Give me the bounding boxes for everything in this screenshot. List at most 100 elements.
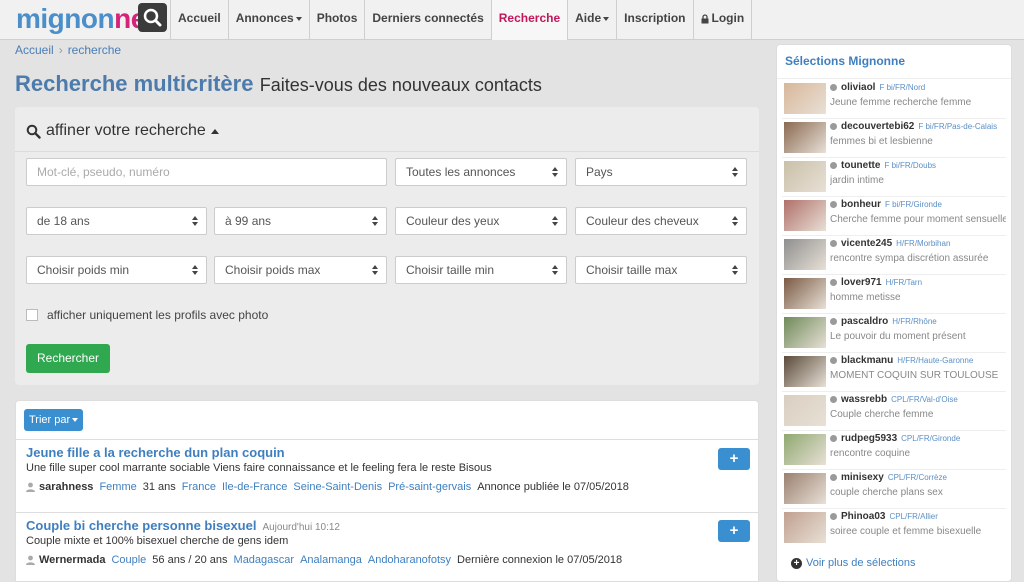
height-max-select[interactable]: Choisir taille max <box>575 256 747 284</box>
sidebar-profile-item[interactable]: oliviaol F bi/FR/Nord Jeune femme recherch… <box>782 80 1006 119</box>
nav-aide[interactable]: Aide <box>567 0 616 40</box>
nav-annonces[interactable]: Annonces <box>227 0 309 40</box>
result-department-link[interactable]: Seine-Saint-Denis <box>293 481 382 493</box>
nav-login[interactable]: Login <box>692 0 753 40</box>
age-max-select[interactable]: à 99 ans <box>214 207 387 235</box>
status-dot-icon <box>830 318 837 325</box>
sidebar-profile-item[interactable]: lover971 H/FR/Tarn homme metisse <box>782 275 1006 314</box>
profile-name[interactable]: lover971 <box>841 277 882 288</box>
site-logo[interactable]: mignonne <box>16 3 146 35</box>
profile-name[interactable]: pascaldro <box>841 316 888 327</box>
nav-recherche[interactable]: Recherche <box>490 0 568 40</box>
profile-tags: H/FR/Haute-Garonne <box>897 356 974 365</box>
profile-name[interactable]: rudpeg5933 <box>841 433 897 444</box>
hair-color-select[interactable]: Couleur des cheveux <box>575 207 747 235</box>
refine-search-toggle[interactable]: affiner votre recherche <box>26 122 219 140</box>
profile-thumbnail[interactable] <box>784 395 826 426</box>
nav-inscription[interactable]: Inscription <box>616 0 692 40</box>
profile-name[interactable]: bonheur <box>841 199 881 210</box>
country-select[interactable]: Pays <box>575 158 747 186</box>
height-min-select[interactable]: Choisir taille min <box>395 256 567 284</box>
profile-tags: F bi/FR/Doubs <box>884 161 937 170</box>
sidebar-profile-item[interactable]: tounette F bi/FR/Doubs jardin intime <box>782 158 1006 197</box>
profile-name[interactable]: decouvertebi62 <box>841 121 914 132</box>
result-country-link[interactable]: France <box>182 481 216 493</box>
profile-thumbnail[interactable] <box>784 122 826 153</box>
sidebar-profile-item[interactable]: bonheur F bi/FR/Gironde Cherche femme pour… <box>782 197 1006 236</box>
sidebar-profile-item[interactable]: blackmanu H/FR/Haute-Garonne MOMENT COQUIN… <box>782 353 1006 392</box>
profile-thumbnail[interactable] <box>784 278 826 309</box>
weight-min-select[interactable]: Choisir poids min <box>26 256 207 284</box>
result-date: Annonce publiée le 07/05/2018 <box>477 481 629 493</box>
profile-thumbnail[interactable] <box>784 239 826 270</box>
profile-tags: F bi/FR/Nord <box>879 83 926 92</box>
profile-thumbnail[interactable] <box>784 200 826 231</box>
result-pseudo[interactable]: sarahness <box>39 481 93 493</box>
status-dot-icon <box>830 435 837 442</box>
ad-type-select[interactable]: Toutes les annonces <box>395 158 567 186</box>
result-type-link[interactable]: Couple <box>111 554 146 566</box>
result-meta: Wernermada Couple 56 ans / 20 ans Madaga… <box>26 554 628 566</box>
status-dot-icon <box>830 396 837 403</box>
search-button[interactable] <box>138 3 167 32</box>
profile-name[interactable]: minisexy <box>841 472 884 483</box>
result-country-link[interactable]: Madagascar <box>234 554 295 566</box>
result-type-link[interactable]: Femme <box>99 481 136 493</box>
result-department-link[interactable]: Andoharanofotsy <box>368 554 451 566</box>
result-title-link[interactable]: Jeune fille a la recherche dun plan coqu… <box>26 445 285 460</box>
search-submit-button[interactable]: Rechercher <box>26 344 110 373</box>
nav-derniers-connectes[interactable]: Derniers connectés <box>364 0 490 40</box>
profile-name[interactable]: Phinoa03 <box>841 511 885 522</box>
add-contact-button[interactable]: + <box>718 448 750 470</box>
weight-max-select[interactable]: Choisir poids max <box>214 256 387 284</box>
profile-thumbnail[interactable] <box>784 512 826 543</box>
profile-name[interactable]: wassrebb <box>841 394 887 405</box>
search-icon <box>26 124 41 139</box>
result-region-link[interactable]: Analamanga <box>300 554 362 566</box>
sidebar-profile-item[interactable]: rudpeg5933 CPL/FR/Gironde rencontre coquin… <box>782 431 1006 470</box>
breadcrumb-home[interactable]: Accueil <box>15 43 54 57</box>
select-arrows-icon <box>732 265 738 275</box>
breadcrumb-current[interactable]: recherche <box>68 43 121 57</box>
sidebar-profile-item[interactable]: wassrebb CPL/FR/Val-d'Oise Couple cherche … <box>782 392 1006 431</box>
add-contact-button[interactable]: + <box>718 520 750 542</box>
profile-name[interactable]: tounette <box>841 160 880 171</box>
photo-only-checkbox[interactable] <box>26 309 38 321</box>
select-arrows-icon <box>192 265 198 275</box>
more-selections-link[interactable]: + Voir plus de sélections <box>791 557 915 569</box>
profile-thumbnail[interactable] <box>784 83 826 114</box>
profile-text: rencontre sympa discrétion assurée <box>830 253 989 264</box>
sidebar-profile-item[interactable]: decouvertebi62 F bi/FR/Pas-de-Calais femme… <box>782 119 1006 158</box>
status-dot-icon <box>830 240 837 247</box>
profile-name[interactable]: blackmanu <box>841 355 893 366</box>
profile-name[interactable]: vicente245 <box>841 238 892 249</box>
profile-header: Phinoa03 CPL/FR/Allier <box>830 511 938 522</box>
profile-thumbnail[interactable] <box>784 161 826 192</box>
profile-name[interactable]: oliviaol <box>841 82 875 93</box>
result-city-link[interactable]: Pré-saint-gervais <box>388 481 471 493</box>
profile-thumbnail[interactable] <box>784 317 826 348</box>
nav-accueil[interactable]: Accueil <box>170 0 228 40</box>
sidebar-profile-item[interactable]: minisexy CPL/FR/Corrèze couple cherche pla… <box>782 470 1006 509</box>
age-min-select[interactable]: de 18 ans <box>26 207 207 235</box>
sort-dropdown-button[interactable]: Trier par <box>24 409 83 431</box>
profile-thumbnail[interactable] <box>784 356 826 387</box>
profile-tags: F bi/FR/Pas-de-Calais <box>918 122 998 131</box>
sidebar-profile-item[interactable]: pascaldro H/FR/Rhône Le pouvoir du moment … <box>782 314 1006 353</box>
status-dot-icon <box>830 279 837 286</box>
sidebar-profile-item[interactable]: Phinoa03 CPL/FR/Allier soiree couple et fe… <box>782 509 1006 548</box>
sidebar-profile-item[interactable]: vicente245 H/FR/Morbihan rencontre sympa d… <box>782 236 1006 275</box>
profile-thumbnail[interactable] <box>784 473 826 504</box>
nav-photos[interactable]: Photos <box>308 0 365 40</box>
result-title-link[interactable]: Couple bi cherche personne bisexuel Aujou… <box>26 518 340 533</box>
profile-thumbnail[interactable] <box>784 434 826 465</box>
page-title-main: Recherche multicritère <box>15 71 254 96</box>
result-pseudo[interactable]: Wernermada <box>39 554 105 566</box>
breadcrumb: Accueil › recherche <box>15 43 121 57</box>
photo-only-label[interactable]: afficher uniquement les profils avec pho… <box>47 308 268 322</box>
result-meta: sarahness Femme 31 ans France Ile-de-Fra… <box>26 481 635 493</box>
eye-color-select[interactable]: Couleur des yeux <box>395 207 567 235</box>
select-arrows-icon <box>552 167 558 177</box>
keyword-input[interactable]: Mot-clé, pseudo, numéro <box>26 158 387 186</box>
result-region-link[interactable]: Ile-de-France <box>222 481 287 493</box>
